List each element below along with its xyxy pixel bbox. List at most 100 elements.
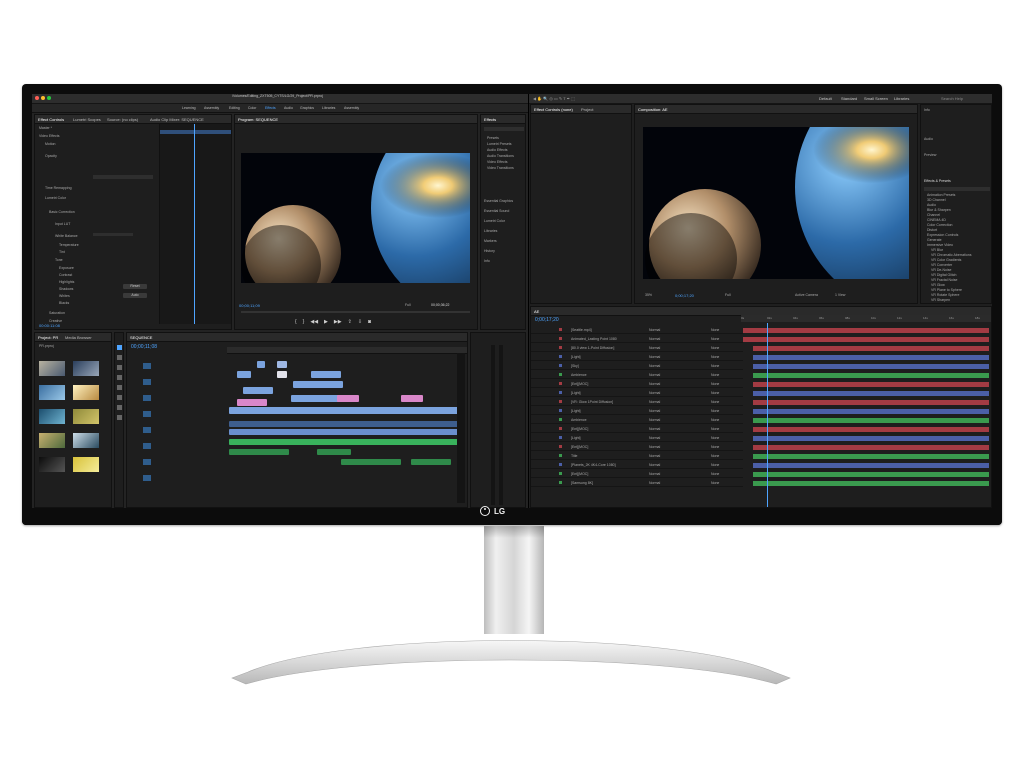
ae-layer-duration-bar[interactable] <box>753 436 989 441</box>
ae-layer-label-color[interactable] <box>559 328 562 331</box>
ae-layer-duration-bar[interactable] <box>753 364 989 369</box>
ae-layer-parent[interactable]: None <box>711 445 719 449</box>
ec-row[interactable]: Opacity <box>45 154 57 158</box>
ae-layer-duration-bar[interactable] <box>753 373 989 378</box>
ae-layer-mode[interactable]: Normal <box>649 391 660 395</box>
ae-layer-mode[interactable]: Normal <box>649 400 660 404</box>
effects-item[interactable]: Essential Sound <box>484 209 509 213</box>
reset-button[interactable]: Reset <box>123 284 147 289</box>
track-toggle[interactable] <box>143 427 151 433</box>
ae-layer-label-color[interactable] <box>559 427 562 430</box>
ae-layer-label-color[interactable] <box>559 481 562 484</box>
ae-layer-parent[interactable]: None <box>711 472 719 476</box>
ae-layer-mode[interactable]: Normal <box>649 418 660 422</box>
ae-layer-label-color[interactable] <box>559 400 562 403</box>
ae-effect-item[interactable]: CINEMA 4D <box>927 218 946 222</box>
lift-icon[interactable]: ⇪ <box>348 319 352 325</box>
ae-layer-label-color[interactable] <box>559 355 562 358</box>
effect-controls-timeline[interactable] <box>159 124 231 324</box>
ae-effect-item[interactable]: Generate <box>927 238 942 242</box>
ae-layer-mode[interactable]: Normal <box>649 355 660 359</box>
mark-in-icon[interactable]: { <box>295 319 297 325</box>
ae-layer-parent[interactable]: None <box>711 463 719 467</box>
video-clip[interactable] <box>277 371 287 378</box>
window-minimize-button[interactable] <box>41 96 45 100</box>
ae-workspace-libraries[interactable]: Libraries <box>894 96 909 101</box>
selection-tool-icon[interactable] <box>117 345 122 350</box>
effects-item[interactable]: Markers <box>484 239 497 243</box>
clip-thumbnail[interactable] <box>73 409 99 424</box>
ae-info-tab[interactable]: Info <box>924 108 930 112</box>
ae-layer-parent[interactable]: None <box>711 382 719 386</box>
ae-comp-timecode[interactable]: 0;00;17;20 <box>675 293 694 298</box>
track-toggle[interactable] <box>143 379 151 385</box>
ae-layer-name[interactable]: Animated_Lasting Point 1080 <box>571 337 617 341</box>
workspace-tab-audio[interactable]: Audio <box>284 106 293 110</box>
ae-layer-label-color[interactable] <box>559 463 562 466</box>
ae-layer-name[interactable]: Title <box>571 454 577 458</box>
ae-layer-parent[interactable]: None <box>711 436 719 440</box>
ae-layer-row[interactable]: Ambience Normal None <box>531 417 743 424</box>
ae-layer-duration-bar[interactable] <box>753 463 989 468</box>
ae-layer-duration-bar[interactable] <box>753 445 989 450</box>
ae-layer-parent[interactable]: None <box>711 391 719 395</box>
program-timecode-left[interactable]: 00;00;11;09 <box>239 303 260 308</box>
ae-layer-parent[interactable]: None <box>711 409 719 413</box>
tab-composition[interactable]: Composition: AE <box>638 107 668 112</box>
track-select-tool-icon[interactable] <box>117 355 122 360</box>
ae-layer-parent[interactable]: None <box>711 355 719 359</box>
ae-audio-tab[interactable]: Audio <box>924 137 933 141</box>
video-clip[interactable] <box>401 395 423 402</box>
workspace-tab-graphics[interactable]: Graphics <box>300 106 314 110</box>
ae-layer-mode[interactable]: Normal <box>649 337 660 341</box>
effects-item[interactable]: Libraries <box>484 229 497 233</box>
ripple-edit-tool-icon[interactable] <box>117 365 122 370</box>
extract-icon[interactable]: ⇩ <box>358 319 362 325</box>
ae-layer-row[interactable]: [Sky] Normal None <box>531 363 743 370</box>
tab-ae-project[interactable]: Project <box>581 107 593 112</box>
ae-layer-name[interactable]: Ambience <box>571 418 587 422</box>
effects-item[interactable]: Presets <box>487 136 499 140</box>
ae-effect-item[interactable]: VR De-Noise <box>931 268 951 272</box>
step-forward-icon[interactable]: ▶▶ <box>334 319 342 325</box>
ae-layer-row[interactable]: [Seattle.mp4] Normal None <box>531 327 743 334</box>
effects-item[interactable]: Video Transitions <box>487 166 514 170</box>
ae-layer-row[interactable]: [Light] Normal None <box>531 390 743 397</box>
ae-layer-name[interactable]: [VR: Glow 1Point Diffusion] <box>571 400 613 404</box>
tab-effect-controls[interactable]: Effect Controls <box>38 117 64 122</box>
workspace-tab-effects[interactable]: Effects <box>265 106 276 110</box>
ae-layer-name[interactable]: [Ent][MOC] <box>571 382 588 386</box>
ae-layer-name[interactable]: [Sky] <box>571 364 579 368</box>
video-clip[interactable] <box>277 361 287 368</box>
ae-effect-item[interactable]: Audio <box>927 203 936 207</box>
tab-effects[interactable]: Effects <box>484 117 496 122</box>
ae-layer-mode[interactable]: Normal <box>649 364 660 368</box>
ae-effect-item[interactable]: VR Sharpen <box>931 298 950 302</box>
hand-tool-icon[interactable] <box>117 405 122 410</box>
play-icon[interactable]: ▶ <box>324 319 328 325</box>
effects-item[interactable]: Info <box>484 259 490 263</box>
clip-thumbnail[interactable] <box>73 433 99 448</box>
ae-layer-row[interactable]: [Light] Normal None <box>531 354 743 361</box>
ae-layer-name[interactable]: [Samsung 8K] <box>571 481 593 485</box>
ae-layer-name[interactable]: Ambience <box>571 373 587 377</box>
effects-item[interactable]: Essential Graphics <box>484 199 513 203</box>
clip-thumbnail[interactable] <box>73 385 99 400</box>
ae-layer-label-color[interactable] <box>559 454 562 457</box>
ae-effect-item[interactable]: Blur & Sharpen <box>927 208 951 212</box>
ec-row[interactable]: Time Remapping <box>45 186 72 190</box>
tab-media-browser[interactable]: Media Browser <box>65 335 92 340</box>
video-clip[interactable] <box>293 381 343 388</box>
ae-layer-name[interactable]: [Seattle.mp4] <box>571 328 592 332</box>
ae-layer-duration-bar[interactable] <box>753 472 989 477</box>
timeline-ruler[interactable] <box>227 347 467 354</box>
ae-layer-row[interactable]: [80.0 view 1-Point Diffusion] Normal None <box>531 345 743 352</box>
ae-layer-label-color[interactable] <box>559 346 562 349</box>
tab-program[interactable]: Program: SEQUENCE <box>238 117 278 122</box>
ae-layer-mode[interactable]: Normal <box>649 481 660 485</box>
ae-layer-row[interactable]: [Light] Normal None <box>531 435 743 442</box>
video-clip[interactable] <box>311 371 341 378</box>
ae-effect-item[interactable]: VR Chromatic Aberrations <box>931 253 971 257</box>
ae-layer-name[interactable]: [Light] <box>571 391 581 395</box>
workspace-tab-libraries[interactable]: Libraries <box>322 106 335 110</box>
